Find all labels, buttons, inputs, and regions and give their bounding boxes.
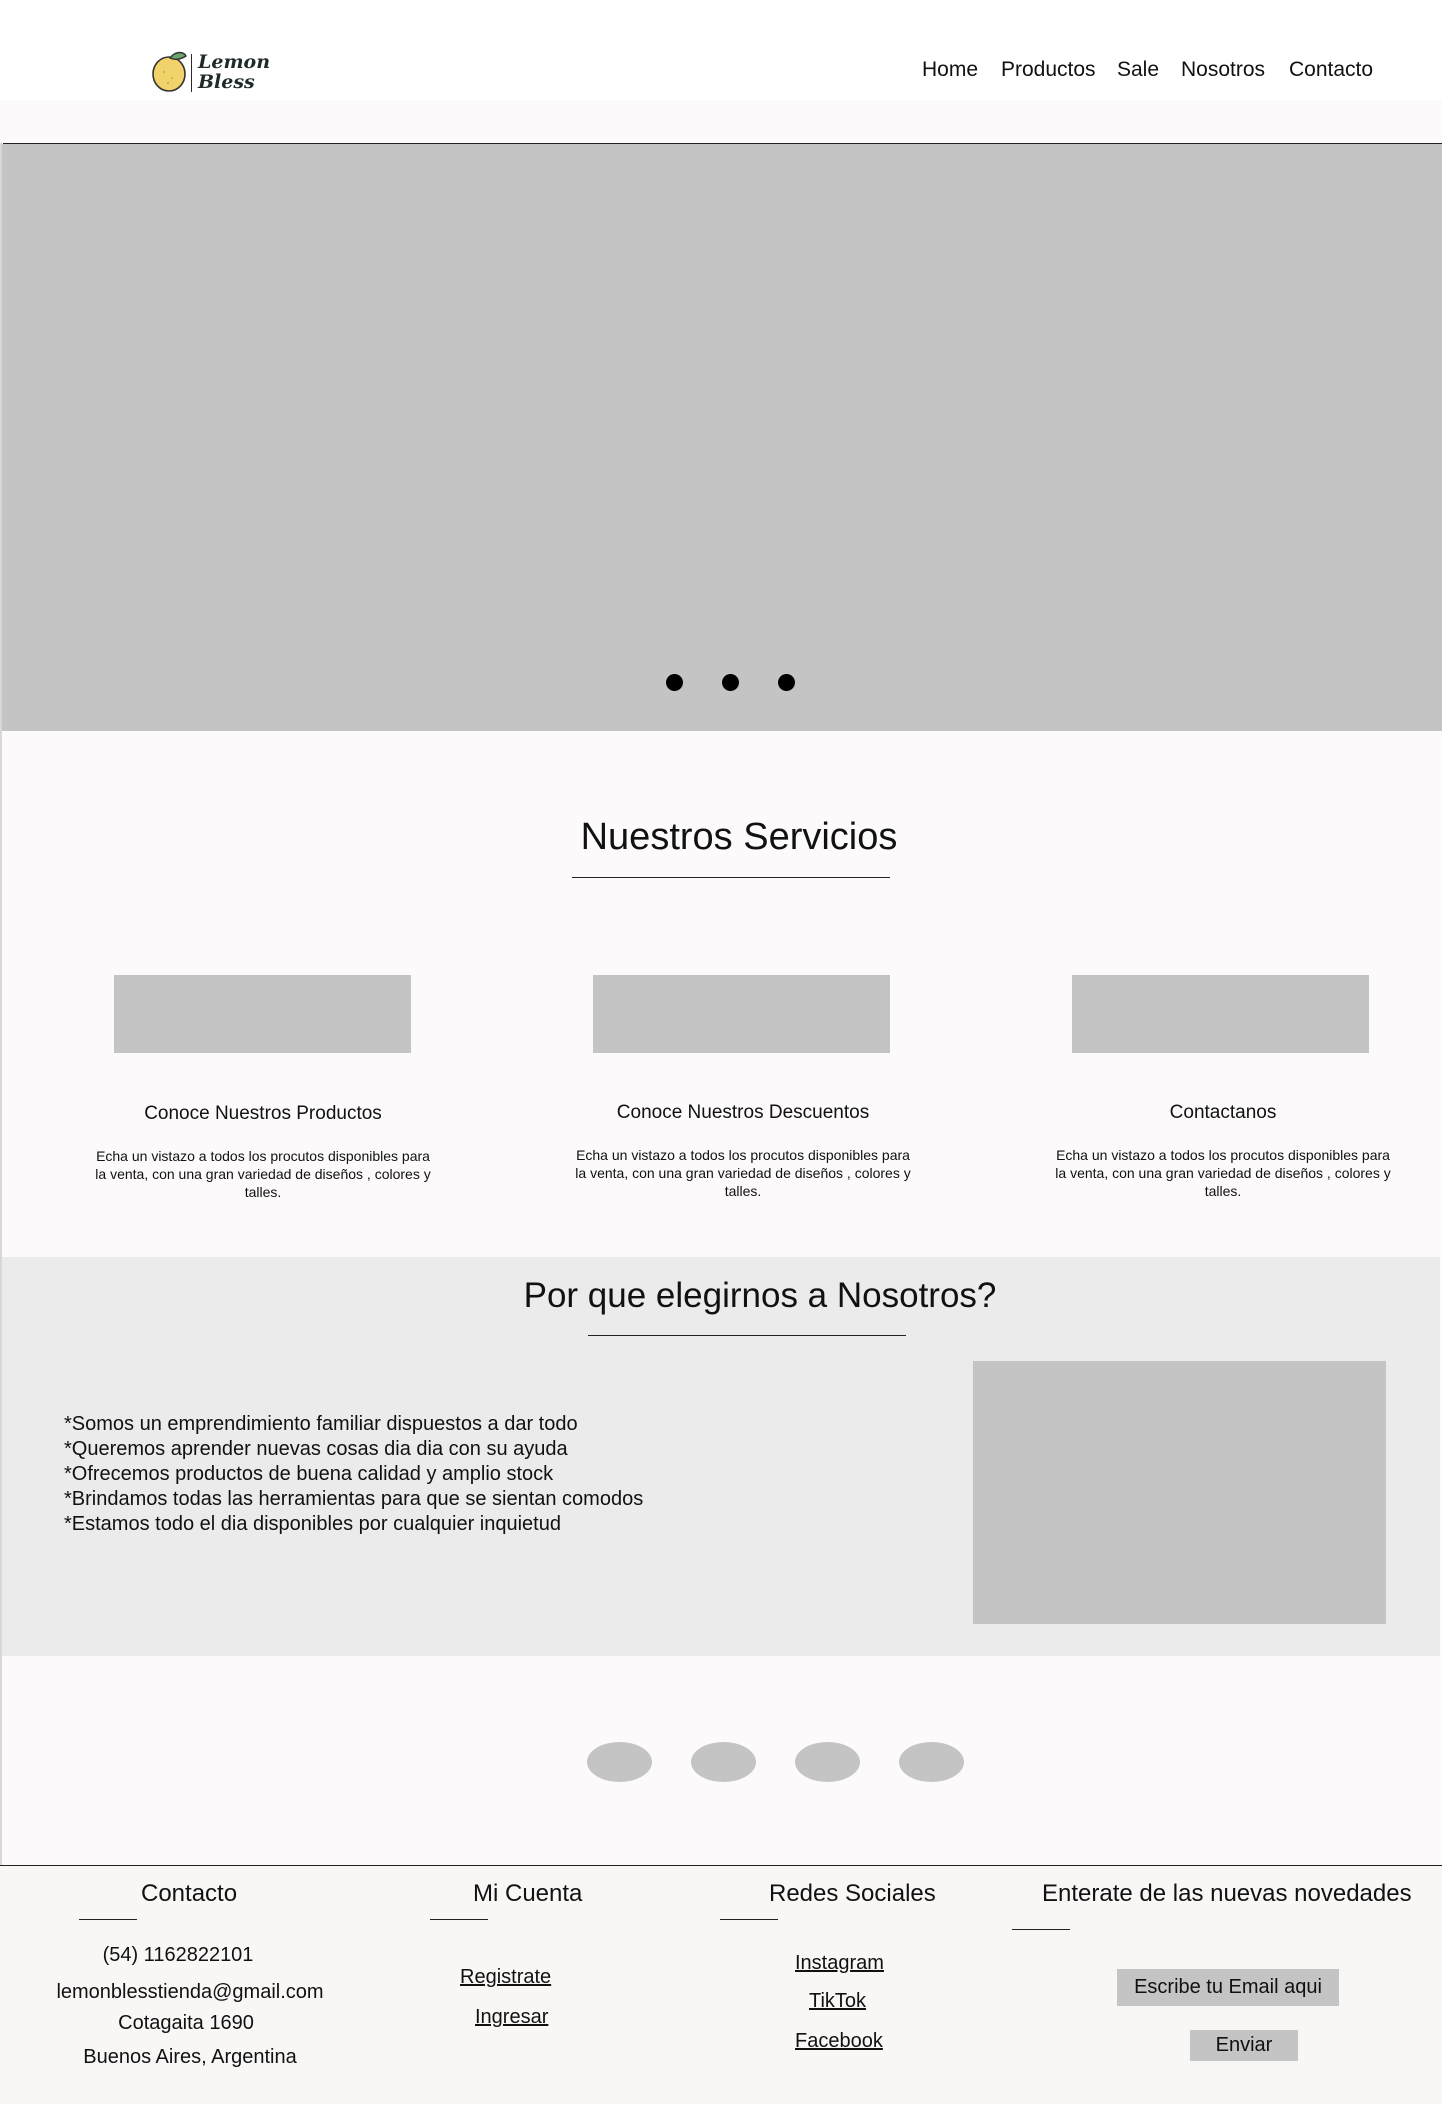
nav-contacto[interactable]: Contacto — [1289, 58, 1373, 82]
partner-logo-2 — [691, 1742, 756, 1782]
lemon-icon — [152, 51, 187, 92]
why-point-1: *Somos un emprendimiento familiar dispue… — [64, 1413, 578, 1435]
service-text-contact: Echa un vistazo a todos los procutos dis… — [1055, 1147, 1391, 1199]
nav-sale[interactable]: Sale — [1117, 58, 1159, 82]
footer-address: Cotagaita 1690 — [118, 2012, 254, 2034]
why-us-title: Por que elegirnos a Nosotros? — [523, 1276, 997, 1315]
footer-account-heading: Mi Cuenta — [473, 1880, 583, 1907]
footer-social-heading: Redes Sociales — [769, 1880, 936, 1907]
why-us-title-underline — [588, 1335, 906, 1336]
service-image-contact — [1072, 975, 1369, 1053]
services-title-underline — [572, 877, 890, 878]
footer-city: Buenos Aires, Argentina — [83, 2046, 297, 2068]
logo-text-line1: Lemon — [198, 51, 271, 73]
footer-divider — [0, 1865, 1442, 1866]
hero-carousel[interactable] — [2, 144, 1442, 731]
footer-instagram-link[interactable]: Instagram — [795, 1952, 884, 1975]
carousel-dot-3[interactable] — [778, 674, 795, 691]
footer-register-link[interactable]: Registrate — [460, 1966, 551, 1989]
service-title-discounts[interactable]: Conoce Nuestros Descuentos — [553, 1102, 933, 1124]
why-point-2: *Queremos aprender nuevas cosas dia dia … — [64, 1438, 568, 1460]
carousel-dot-1[interactable] — [666, 674, 683, 691]
logo-text-line2: Bless — [198, 71, 255, 93]
service-text-discounts: Echa un vistazo a todos los procutos dis… — [575, 1147, 911, 1199]
footer-login-link[interactable]: Ingresar — [475, 2006, 548, 2029]
why-us-image — [973, 1361, 1386, 1624]
nav-home[interactable]: Home — [922, 58, 978, 82]
logo-text: Lemon Bless — [198, 52, 270, 92]
why-point-5: *Estamos todo el dia disponibles por cua… — [64, 1513, 561, 1535]
footer-contact-heading: Contacto — [141, 1880, 238, 1907]
footer-account-underline — [430, 1919, 488, 1920]
nav-nosotros[interactable]: Nosotros — [1181, 58, 1265, 82]
partner-logo-3 — [795, 1742, 860, 1782]
footer-email[interactable]: lemonblesstienda@gmail.com — [0, 1981, 380, 2004]
footer-social-underline — [720, 1919, 778, 1920]
footer-facebook-link[interactable]: Facebook — [795, 2030, 883, 2053]
newsletter-send-button[interactable]: Enviar — [1190, 2030, 1298, 2061]
carousel-dot-2[interactable] — [722, 674, 739, 691]
footer-contact-underline — [79, 1919, 137, 1920]
service-title-products[interactable]: Conoce Nuestros Productos — [73, 1103, 453, 1125]
footer-tiktok-link[interactable]: TikTok — [809, 1990, 866, 2013]
footer-newsletter-heading: Enterate de las nuevas novedades — [1042, 1880, 1412, 1907]
services-title: Nuestros Servicios — [580, 816, 898, 858]
service-title-contact[interactable]: Contactanos — [1033, 1102, 1413, 1124]
partner-logo-1 — [587, 1742, 652, 1782]
service-image-products — [114, 975, 411, 1053]
partner-logo-4 — [899, 1742, 964, 1782]
header-band — [0, 100, 1442, 143]
service-text-products: Echa un vistazo a todos los procutos dis… — [95, 1148, 431, 1200]
service-image-discounts — [593, 975, 890, 1053]
nav-productos[interactable]: Productos — [1001, 58, 1096, 82]
footer-phone[interactable]: (54) 1162822101 — [0, 1944, 356, 1967]
why-point-3: *Ofrecemos productos de buena calidad y … — [64, 1463, 554, 1485]
logo-separator — [191, 54, 192, 92]
why-point-4: *Brindamos todas las herramientas para q… — [64, 1488, 644, 1510]
footer-newsletter-underline — [1012, 1929, 1070, 1930]
newsletter-email-input[interactable] — [1117, 1969, 1339, 2006]
